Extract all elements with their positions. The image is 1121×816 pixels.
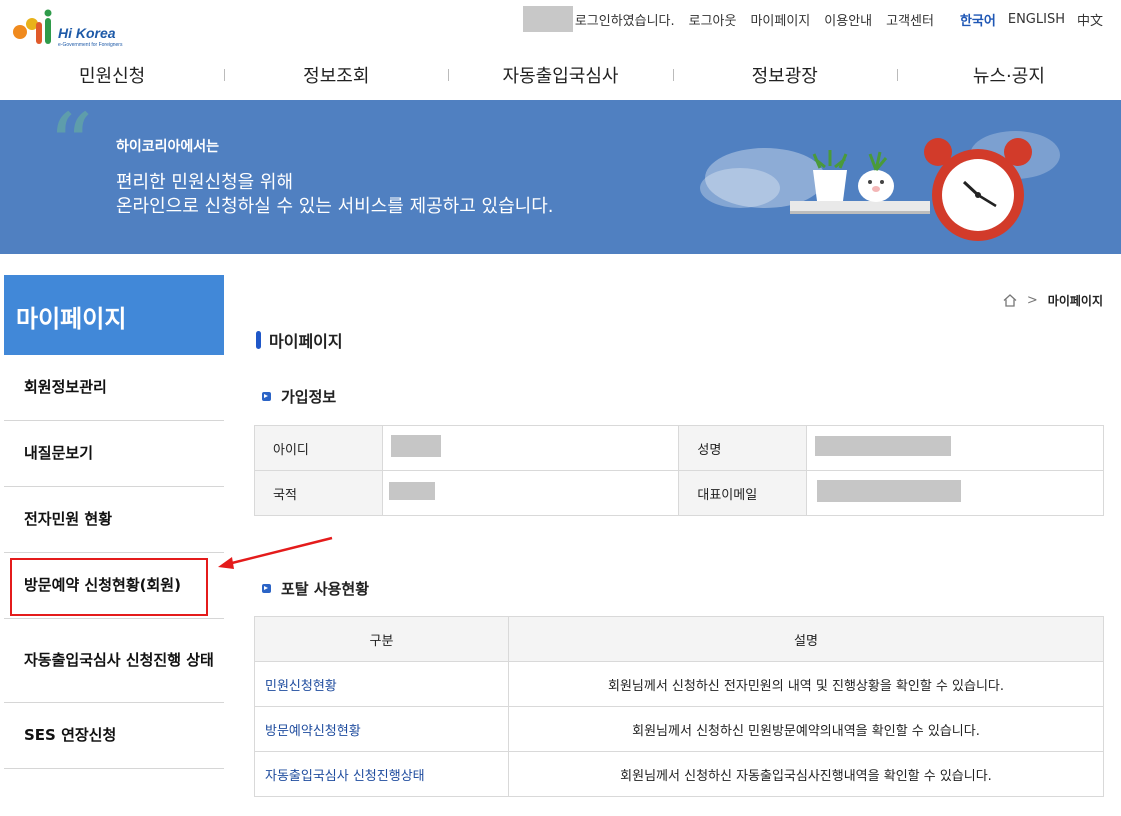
bullet-arrow-icon [262,584,271,593]
logo-text: Hi Korea [58,25,116,41]
table-row: 방문예약신청현황 회원님께서 신청하신 민원방문예약의내역을 확인할 수 있습니… [254,706,1104,752]
banner-kicker: 하이코리아에서는 [116,139,220,155]
nav-news-notice[interactable]: 뉴스·공지 [896,52,1121,98]
page-title: 마이페이지 [256,328,343,352]
title-bar-icon [256,331,261,349]
table-row: 아이디 성명 [254,425,1104,471]
row-description: 회원님께서 신청하신 전자민원의 내역 및 진행상황을 확인할 수 있습니다. [508,661,1104,707]
breadcrumb-current: 마이페이지 [1047,294,1103,308]
table-row: 민원신청현황 회원님께서 신청하신 전자민원의 내역 및 진행상황을 확인할 수… [254,661,1104,707]
column-header-description: 설명 [508,616,1104,662]
join-info-table: 아이디 성명 국적 대표이메일 [254,425,1104,516]
banner-line-1: 편리한 민원신청을 위해 [116,172,294,193]
civil-application-status-link[interactable]: 민원신청현황 [254,661,509,707]
table-row: 국적 대표이메일 [254,470,1104,516]
masked-name [815,436,952,456]
sidebar-item-auto-immigration-status[interactable]: 자동출입국심사 신청진행 상태 [4,619,224,703]
login-message: 로그인하였습니다. [574,13,675,29]
bullet-arrow-icon [262,392,271,401]
nationality-value [381,470,680,516]
chevron-right-icon: > [1026,293,1038,308]
masked-nationality [388,482,435,500]
hero-banner: “ 하이코리아에서는 편리한 민원신청을 위해 온라인으로 신청하실 수 있는 … [0,100,1121,254]
alarm-clock-illustration [700,131,1060,241]
section-portal-usage-title: 포탈 사용현황 [262,578,369,599]
sidebar-item-visit-reservation[interactable]: 방문예약 신청현황(회원) [4,553,224,619]
id-label: 아이디 [254,425,383,471]
auto-immigration-status-link[interactable]: 자동출입국심사 신청진행상태 [254,751,509,797]
lang-chinese[interactable]: 中文 [1077,10,1103,29]
row-description: 회원님께서 신청하신 민원방문예약의내역을 확인할 수 있습니다. [508,706,1104,752]
quote-icon: “ [48,100,93,197]
sidebar-item-ses-extension[interactable]: SES 연장신청 [4,703,224,769]
breadcrumb: > 마이페이지 [1003,292,1103,309]
masked-email [817,480,962,502]
column-header-category: 구분 [254,616,509,662]
page-title-text: 마이페이지 [269,332,343,351]
nav-info-plaza[interactable]: 정보광장 [672,52,897,98]
masked-username [522,6,573,32]
masked-id [390,435,441,457]
sidebar-item-my-questions[interactable]: 내질문보기 [4,421,224,487]
nav-info-inquiry[interactable]: 정보조회 [224,52,448,98]
email-label: 대표이메일 [678,470,808,516]
id-value [381,425,680,471]
name-value [806,425,1104,471]
name-label: 성명 [678,425,808,471]
logout-link[interactable]: 로그아웃 [689,10,737,29]
logo-subtext: e-Government for Foreigners [58,42,123,48]
row-description: 회원님께서 신청하신 자동출입국심사진행내역을 확인할 수 있습니다. [508,751,1104,797]
customer-center-link[interactable]: 고객센터 [886,10,934,29]
table-header-row: 구분 설명 [254,616,1104,662]
nationality-label: 국적 [254,470,383,516]
banner-line-2: 온라인으로 신청하실 수 있는 서비스를 제공하고 있습니다. [116,196,554,217]
lang-english[interactable]: ENGLISH [1008,12,1065,27]
email-value [806,470,1104,516]
nav-civil-application[interactable]: 민원신청 [0,52,224,98]
sidebar-item-member-info[interactable]: 회원정보관리 [4,355,224,421]
guide-link[interactable]: 이용안내 [824,10,872,29]
sidebar-menu: 회원정보관리 내질문보기 전자민원 현황 방문예약 신청현황(회원) 자동출입국… [4,355,224,769]
sidebar-title: 마이페이지 [4,275,224,355]
lang-korean[interactable]: 한국어 [960,10,996,29]
visit-reservation-status-link[interactable]: 방문예약신청현황 [254,706,509,752]
hikorea-logo[interactable]: Hi Korea e-Government for Foreigners [10,8,130,52]
section-join-info-title: 가입정보 [262,386,336,407]
mypage-link[interactable]: 마이페이지 [750,10,810,29]
nav-auto-immigration[interactable]: 자동출입국심사 [448,52,672,98]
section-join-info-label: 가입정보 [281,388,337,406]
table-row: 자동출입국심사 신청진행상태 회원님께서 신청하신 자동출입국심사진행내역을 확… [254,751,1104,797]
portal-usage-table: 구분 설명 민원신청현황 회원님께서 신청하신 전자민원의 내역 및 진행상황을… [254,616,1104,797]
main-nav: 민원신청 정보조회 자동출입국심사 정보광장 뉴스·공지 [0,52,1121,98]
sidebar-item-e-civil-status[interactable]: 전자민원 현황 [4,487,224,553]
section-portal-usage-label: 포탈 사용현황 [281,580,370,598]
red-arrow-annotation [218,536,333,569]
home-icon[interactable] [1003,294,1017,307]
utility-bar: 로그인하였습니다. 로그아웃 마이페이지 이용안내 고객센터 한국어 ENGLI… [522,6,1103,32]
